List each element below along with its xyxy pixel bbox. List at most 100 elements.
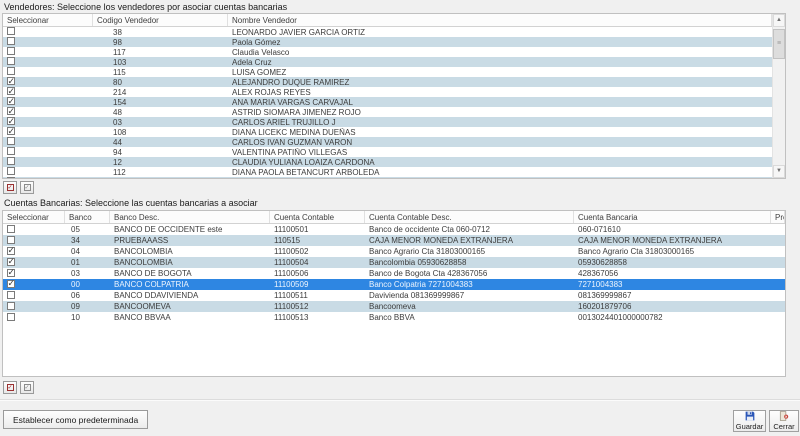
accounts-header-cuenta-bancaria[interactable]: Cuenta Bancaria [574, 211, 771, 223]
row-checkbox[interactable] [7, 97, 15, 105]
row-checkbox[interactable] [7, 258, 15, 266]
nombre-vendedor-cell: ASTRID SIOMARA JIMENEZ ROJO [228, 108, 772, 117]
row-checkbox[interactable] [7, 225, 15, 233]
nombre-vendedor-cell: ANA MARIA VARGAS CARVAJAL [228, 98, 772, 107]
account-row[interactable]: 04BANCOLOMBIA11100502Banco Agrario Cta 3… [3, 246, 785, 257]
row-checkbox[interactable] [7, 27, 15, 35]
vendors-scrollbar[interactable]: ▲ ≡ ▼ [772, 14, 785, 178]
deselect-all-icon: ✓ [24, 384, 31, 391]
codigo-vendedor-cell: 94 [93, 148, 228, 157]
nombre-vendedor-cell: CARLOS ARIEL TRUJILLO J [228, 118, 772, 127]
vendor-row[interactable]: 214ALEX ROJAS REYES [3, 87, 772, 97]
banco-desc-cell: BANCO COLPATRIA [110, 280, 270, 289]
vendors-select-all-button[interactable]: ✓ [3, 181, 17, 194]
row-checkbox[interactable] [7, 137, 15, 145]
accounts-header-seleccionar[interactable]: Seleccionar [3, 211, 65, 223]
select-cell [3, 87, 93, 97]
account-row[interactable]: 03BANCO DE BOGOTA11100506Banco de Bogota… [3, 268, 785, 279]
accounts-header-pre[interactable]: Pre... [771, 211, 785, 223]
scroll-down-icon[interactable]: ▼ [773, 165, 785, 178]
cuenta-contable-cell: 11100504 [270, 258, 365, 267]
row-checkbox[interactable] [7, 37, 15, 45]
row-checkbox[interactable] [7, 117, 15, 125]
close-icon [779, 411, 789, 421]
vendor-row[interactable]: 115LUISA GOMEZ [3, 67, 772, 77]
accounts-header-cuenta-contable[interactable]: Cuenta Contable [270, 211, 365, 223]
vendor-row[interactable]: 98Paola Gómez [3, 37, 772, 47]
row-checkbox[interactable] [7, 280, 15, 288]
row-checkbox[interactable] [7, 236, 15, 244]
vendor-row[interactable]: 38LEONARDO JAVIER GARCIA ORTIZ [3, 27, 772, 37]
cuenta-bancaria-cell: 081369999867 [574, 291, 771, 300]
vendor-row[interactable]: 154ANA MARIA VARGAS CARVAJAL [3, 97, 772, 107]
codigo-vendedor-cell: 12 [93, 158, 228, 167]
row-checkbox[interactable] [7, 147, 15, 155]
select-cell [3, 236, 65, 246]
codigo-vendedor-cell: 108 [93, 128, 228, 137]
save-icon [745, 411, 755, 421]
row-checkbox[interactable] [7, 313, 15, 321]
row-checkbox[interactable] [7, 47, 15, 55]
nombre-vendedor-cell: Paola Gómez [228, 38, 772, 47]
vendor-row[interactable]: 108DIANA LICEKC MEDINA DUEÑAS [3, 127, 772, 137]
select-cell [3, 27, 93, 37]
row-checkbox[interactable] [7, 107, 15, 115]
vendors-header-codigo[interactable]: Codigo Vendedor [93, 14, 228, 26]
cuenta-contable-desc-cell: Banco BBVA [365, 313, 574, 322]
select-cell [3, 313, 65, 323]
set-default-button[interactable]: Establecer como predeterminada [3, 410, 148, 429]
account-row[interactable]: 06BANCO DDAVIVIENDA11100511Davivienda 08… [3, 290, 785, 301]
vendor-row[interactable]: 117Claudia Velasco [3, 47, 772, 57]
banco-cell: 00 [65, 280, 110, 289]
accounts-select-all-button[interactable]: ✓ [3, 381, 17, 394]
row-checkbox[interactable] [7, 269, 15, 277]
account-row[interactable]: 10BANCO BBVAA11100513Banco BBVA001302440… [3, 312, 785, 323]
codigo-vendedor-cell: 115 [93, 68, 228, 77]
vendor-row[interactable]: 14ELISA MARIA CARDONA FRANCO [3, 177, 772, 179]
row-checkbox[interactable] [7, 77, 15, 85]
row-checkbox[interactable] [7, 177, 15, 179]
row-checkbox[interactable] [7, 247, 15, 255]
vendor-row[interactable]: 12CLAUDIA YULIANA LOAIZA CARDONA [3, 157, 772, 167]
select-cell [3, 225, 65, 235]
accounts-header-banco[interactable]: Banco [65, 211, 110, 223]
vendor-row[interactable]: 80ALEJANDRO DUQUE RAMIREZ [3, 77, 772, 87]
row-checkbox[interactable] [7, 167, 15, 175]
accounts-header-banco-desc[interactable]: Banco Desc. [110, 211, 270, 223]
account-row[interactable]: 01BANCOLOMBIA11100504Bancolombia 0593062… [3, 257, 785, 268]
codigo-vendedor-cell: 98 [93, 38, 228, 47]
vendors-header-nombre[interactable]: Nombre Vendedor [228, 14, 772, 26]
row-checkbox[interactable] [7, 127, 15, 135]
account-row[interactable]: 05BANCO DE OCCIDENTE este11100501Banco d… [3, 224, 785, 235]
vendor-row[interactable]: 103Adela Cruz [3, 57, 772, 67]
row-checkbox[interactable] [7, 67, 15, 75]
vendor-row[interactable]: 112DIANA PAOLA BETANCURT ARBOLEDA [3, 167, 772, 177]
scrollbar-thumb[interactable]: ≡ [773, 29, 785, 59]
account-row[interactable]: 34PRUEBAAASS110515CAJA MENOR MONEDA EXTR… [3, 235, 785, 246]
row-checkbox[interactable] [7, 291, 15, 299]
codigo-vendedor-cell: 103 [93, 58, 228, 67]
vendor-row[interactable]: 48ASTRID SIOMARA JIMENEZ ROJO [3, 107, 772, 117]
row-checkbox[interactable] [7, 157, 15, 165]
deselect-all-icon: ✓ [24, 184, 31, 191]
cuenta-bancaria-cell: 160201879706 [574, 302, 771, 311]
row-checkbox[interactable] [7, 302, 15, 310]
save-button[interactable]: Guardar [733, 410, 766, 432]
scroll-up-icon[interactable]: ▲ [773, 14, 785, 27]
vendors-deselect-all-button[interactable]: ✓ [20, 181, 34, 194]
row-checkbox[interactable] [7, 87, 15, 95]
codigo-vendedor-cell: 117 [93, 48, 228, 57]
accounts-header-cuenta-contable-desc[interactable]: Cuenta Contable Desc. [365, 211, 574, 223]
account-row[interactable]: 09BANCOOMEVA11100512Bancoomeva1602018797… [3, 301, 785, 312]
accounts-deselect-all-button[interactable]: ✓ [20, 381, 34, 394]
account-row[interactable]: 00BANCO COLPATRIA11100509Banco Colpatria… [3, 279, 785, 290]
vendor-row[interactable]: 03CARLOS ARIEL TRUJILLO J [3, 117, 772, 127]
row-checkbox[interactable] [7, 57, 15, 65]
cuenta-bancaria-cell: 7271004383 [574, 280, 771, 289]
select-cell [3, 177, 93, 179]
nombre-vendedor-cell: ALEX ROJAS REYES [228, 88, 772, 97]
close-button[interactable]: Cerrar [769, 410, 799, 432]
vendors-header-seleccionar[interactable]: Seleccionar [3, 14, 93, 26]
vendor-row[interactable]: 94VALENTINA PATIÑO VILLEGAS [3, 147, 772, 157]
vendor-row[interactable]: 44CARLOS IVAN GUZMAN VARON [3, 137, 772, 147]
